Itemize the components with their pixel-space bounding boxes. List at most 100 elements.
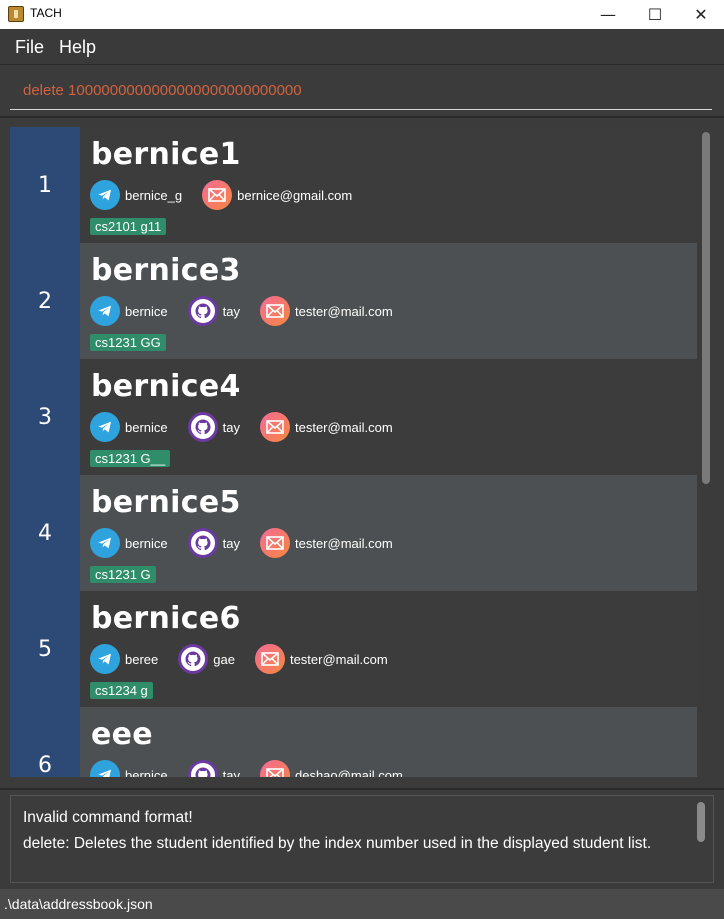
github-username: tay [222,303,240,319]
maximize-button[interactable]: ☐ [632,0,678,29]
status-file-path: .\data\addressbook.json [4,896,153,912]
email-chip: tester@mail.com [259,412,393,442]
telegram-handle: bernice_g [125,187,183,203]
menu-help[interactable]: Help [59,37,96,58]
person-name: bernice3 [91,253,241,288]
person-card-body: bernice5 bernice tay tester@mail.com cs1231 … [80,475,697,591]
github-icon [187,296,218,326]
person-name: eee [91,717,153,752]
title-bar: TACH — ☐ ✕ [0,0,724,29]
person-name: bernice6 [91,601,241,636]
mail-icon [259,412,290,442]
person-name: bernice4 [91,369,241,404]
email-address: deshao@mail.com [294,767,403,778]
telegram-handle: beree [125,651,159,667]
person-contacts: bernice tay tester@mail.com [90,527,413,559]
person-index: 1 [10,127,80,243]
github-username: tay [222,767,240,778]
menu-file[interactable]: File [15,37,44,58]
divider [0,116,724,118]
person-contacts: bernice tay deshao@mail.com [90,759,423,777]
telegram-icon [90,644,120,674]
person-card[interactable]: 6 eee bernice tay deshao@mail.com [10,707,697,777]
github-username: tay [222,419,240,435]
person-contacts: bernice tay tester@mail.com [90,295,413,327]
github-icon [187,412,218,442]
email-address: tester@mail.com [294,303,393,319]
person-card[interactable]: 2 bernice3 bernice tay tester@mail.com cs1231… [10,243,697,359]
command-box [0,66,724,116]
person-card-body: bernice4 bernice tay tester@mail.com cs1231 … [80,359,697,475]
minimize-button[interactable]: — [585,0,631,29]
person-index: 2 [10,243,80,359]
telegram-chip: bernice [90,528,168,558]
github-chip: tay [187,528,240,558]
person-card-body: bernice3 bernice tay tester@mail.com cs1231 … [80,243,697,359]
result-display: Invalid command format! delete: Deletes … [10,795,714,883]
github-icon [178,644,209,674]
person-card-body: eee bernice tay deshao@mail.com [80,707,697,777]
telegram-handle: bernice [125,419,168,435]
list-scrollbar[interactable] [698,127,715,777]
person-card[interactable]: 4 bernice5 bernice tay tester@mail.com cs1231… [10,475,697,591]
tag-badge: cs1231 G [90,566,156,583]
person-index: 6 [10,707,80,777]
email-chip: tester@mail.com [254,644,388,674]
tag-badge: cs1234 g [90,682,153,699]
telegram-icon [90,296,120,326]
telegram-chip: bernice [90,760,168,777]
person-card-body: bernice6 beree gae tester@mail.com cs1234 g [80,591,697,707]
email-address: bernice@gmail.com [237,187,353,203]
close-button[interactable]: ✕ [678,0,724,29]
tag-badge: cs2101 g11 [90,218,167,235]
email-chip: bernice@gmail.com [202,180,352,210]
status-bar: .\data\addressbook.json [0,889,724,919]
person-name: bernice5 [91,485,241,520]
email-address: tester@mail.com [294,535,393,551]
divider [0,788,724,790]
github-chip: tay [187,412,240,442]
telegram-chip: bernice_g [90,180,182,210]
github-icon [187,528,218,558]
email-chip: deshao@mail.com [259,760,403,778]
github-username: gae [213,651,235,667]
tag-badge: cs1231 G__ [90,450,171,467]
email-chip: tester@mail.com [259,296,393,326]
list-scrollbar-thumb[interactable] [702,132,710,484]
person-index: 4 [10,475,80,591]
command-input[interactable] [10,72,712,110]
person-contacts: bernice tay tester@mail.com [90,411,413,443]
window-title: TACH [30,6,62,20]
github-chip: gae [178,644,235,674]
person-card[interactable]: 5 bernice6 beree gae tester@mail.com cs1234 g [10,591,697,707]
telegram-chip: bernice [90,412,168,442]
mail-icon [254,644,285,674]
telegram-handle: bernice [125,303,168,319]
telegram-icon [90,180,120,210]
person-contacts: bernice_g bernice@gmail.com [90,179,372,211]
menu-bar: File Help [0,29,724,65]
app-icon [8,6,24,22]
result-scrollbar-thumb[interactable] [697,802,705,842]
result-text: Invalid command format! delete: Deletes … [23,805,683,857]
result-line-2: delete: Deletes the student identified b… [23,835,652,852]
person-name: bernice1 [91,137,241,172]
mail-icon [259,296,290,326]
email-address: tester@mail.com [289,651,388,667]
mail-icon [202,180,233,210]
mail-icon [259,760,290,777]
telegram-handle: bernice [125,767,168,778]
github-username: tay [222,535,240,551]
telegram-chip: beree [90,644,158,674]
person-card[interactable]: 3 bernice4 bernice tay tester@mail.com cs1231… [10,359,697,475]
person-card[interactable]: 1 bernice1 bernice_g bernice@gmail.com cs210… [10,127,697,243]
github-chip: tay [187,296,240,326]
person-list[interactable]: 1 bernice1 bernice_g bernice@gmail.com cs210… [10,127,715,777]
person-contacts: beree gae tester@mail.com [90,643,408,675]
github-icon [187,760,218,777]
telegram-handle: bernice [125,535,168,551]
email-address: tester@mail.com [294,419,393,435]
telegram-icon [90,760,120,777]
result-line-1: Invalid command format! [23,809,193,826]
mail-icon [259,528,290,558]
